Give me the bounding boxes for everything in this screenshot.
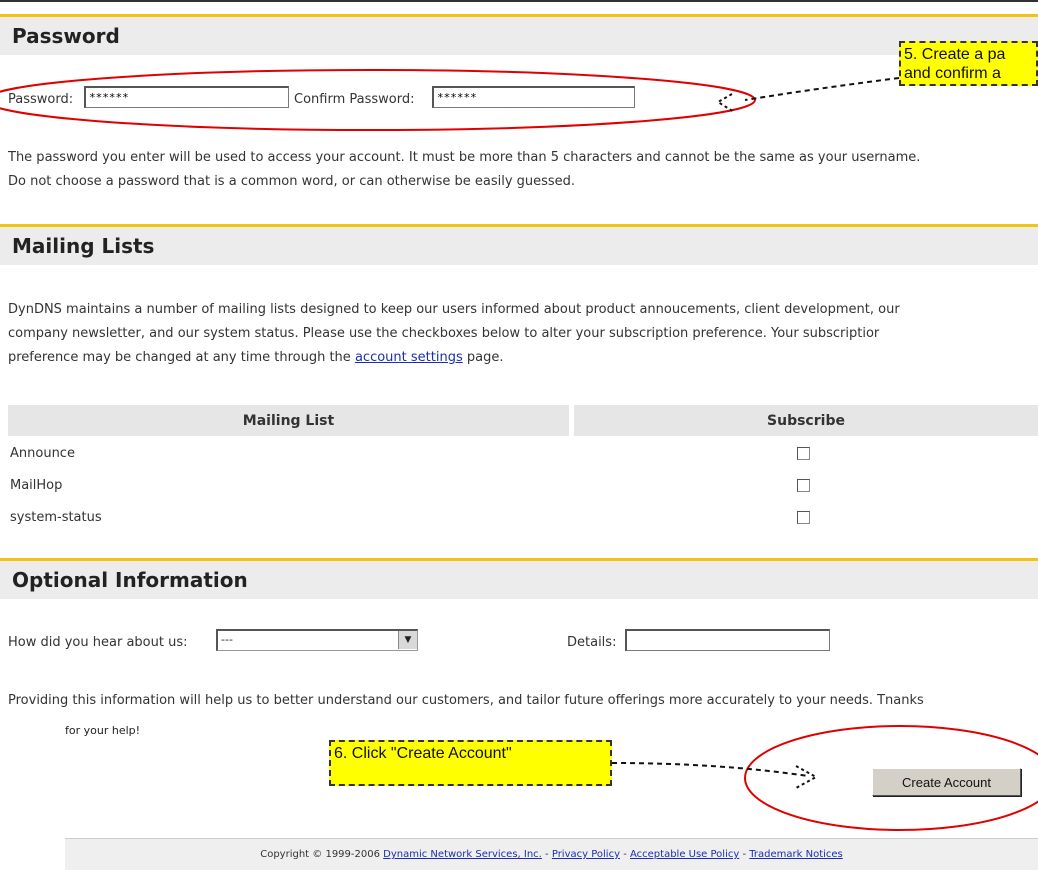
password-input[interactable] <box>84 86 289 108</box>
mailing-desc-line-3-suffix: page. <box>466 350 504 365</box>
password-help-line-2: Do not choose a password that is a commo… <box>8 174 576 189</box>
footer-company-link[interactable]: Dynamic Network Services, Inc. <box>383 849 542 860</box>
callout-step-5-line-2: and confirm a <box>904 65 1001 82</box>
footer-separator: - <box>742 849 747 860</box>
mailing-lists-section-header: Mailing Lists <box>0 224 1038 265</box>
footer-privacy-link[interactable]: Privacy Policy <box>552 849 620 860</box>
password-section-header: Password <box>0 14 1038 55</box>
mailing-list-name-announce: Announce <box>10 446 75 461</box>
hear-about-us-selected-value: --- <box>221 633 233 646</box>
dropdown-arrow-icon[interactable]: ▼ <box>398 631 417 649</box>
mailing-lists-section-title: Mailing Lists <box>12 234 155 258</box>
mailing-list-name-system-status: system-status <box>10 510 102 525</box>
subscribe-announce-checkbox[interactable] <box>797 447 810 460</box>
callout-5-arrow <box>744 77 900 101</box>
footer-aup-link[interactable]: Acceptable Use Policy <box>630 849 739 860</box>
confirm-password-label: Confirm Password: <box>294 92 415 107</box>
details-input[interactable] <box>625 629 830 651</box>
mailing-desc-line-3: preference may be changed at any time th… <box>8 346 1038 369</box>
footer-separator: - <box>623 849 627 860</box>
callout-step-6-text: 6. Click "Create Account" <box>334 745 512 762</box>
footer-trademark-link[interactable]: Trademark Notices <box>749 849 843 860</box>
mailing-desc-line-3-prefix: preference may be changed at any time th… <box>8 350 351 365</box>
subscribe-column-header: Subscribe <box>574 405 1038 436</box>
footer-copyright: Copyright © 1999-2006 <box>260 849 380 860</box>
optional-info-section-title: Optional Information <box>12 568 248 592</box>
mailing-list-name-mailhop: MailHop <box>10 478 63 493</box>
hear-about-us-label: How did you hear about us: <box>8 635 188 650</box>
mailing-list-column-header: Mailing List <box>8 405 569 436</box>
password-section-title: Password <box>12 24 120 48</box>
callout-6-arrow <box>611 762 809 777</box>
footer-separator: - <box>545 849 549 860</box>
confirm-password-input[interactable] <box>432 86 635 108</box>
password-help-line-1: The password you enter will be used to a… <box>8 150 921 165</box>
account-settings-link[interactable]: account settings <box>355 350 463 365</box>
callout-6-arrowhead-icon <box>795 765 819 789</box>
footer: Copyright © 1999-2006 Dynamic Network Se… <box>65 838 1038 870</box>
subscribe-system-status-checkbox[interactable] <box>797 511 810 524</box>
password-label: Password: <box>8 92 74 107</box>
mailing-desc-line-1: DynDNS maintains a number of mailing lis… <box>8 302 900 317</box>
callout-step-6: 6. Click "Create Account" <box>329 740 612 786</box>
callout-step-5: 5. Create a pa and confirm a <box>899 41 1038 86</box>
optional-info-section-header: Optional Information <box>0 558 1038 599</box>
optional-info-line-1: Providing this information will help us … <box>8 693 924 708</box>
callout-5-arrowhead-icon <box>716 93 735 113</box>
callout-step-5-line-1: 5. Create a pa <box>904 46 1006 63</box>
details-label: Details: <box>567 635 617 650</box>
optional-info-line-2: for your help! <box>65 724 141 737</box>
create-account-button[interactable]: Create Account <box>872 768 1021 796</box>
hear-about-us-select[interactable]: --- ▼ <box>216 629 418 651</box>
subscribe-mailhop-checkbox[interactable] <box>797 479 810 492</box>
top-divider <box>0 0 1038 2</box>
mailing-desc-line-2: company newsletter, and our system statu… <box>8 326 880 341</box>
